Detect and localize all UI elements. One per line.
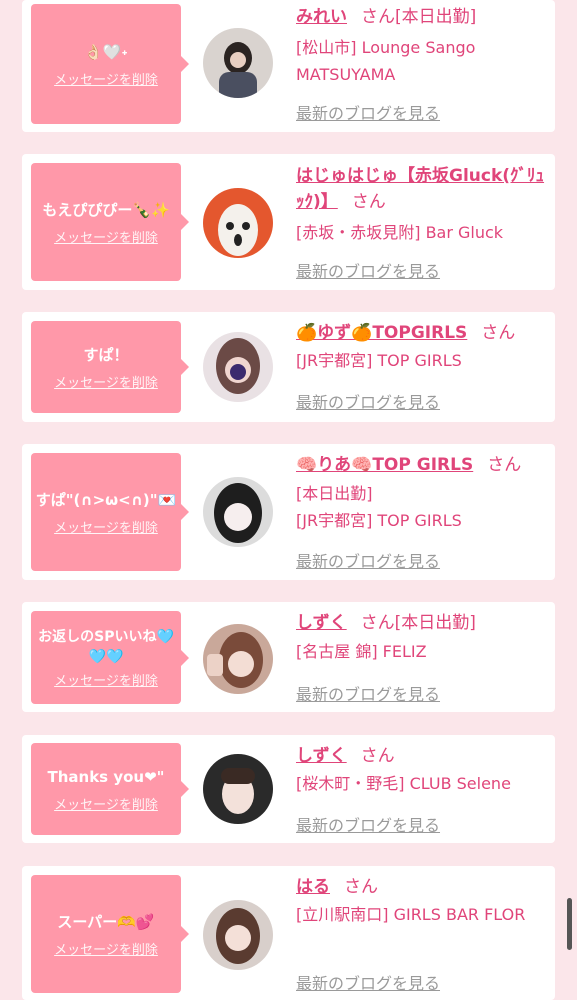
avatar[interactable] bbox=[203, 188, 273, 258]
cast-name-link[interactable]: 🧠りあ🧠TOP GIRLS bbox=[296, 455, 473, 475]
blog-link[interactable]: 最新のブログを見る bbox=[296, 100, 440, 124]
shop-info: [桜木町・野毛] CLUB Selene bbox=[296, 774, 511, 793]
shop-info: [名古屋 錦] FELIZ bbox=[296, 642, 427, 661]
delete-message-link[interactable]: メッセージを削除 bbox=[54, 69, 158, 88]
name-line: はる さん bbox=[296, 874, 551, 900]
shop-info: [立川駅南口] GIRLS BAR FLOR bbox=[296, 905, 526, 924]
message-text: Thanks you❤" bbox=[47, 767, 165, 786]
san-suffix: さん bbox=[481, 323, 516, 343]
message-bubble: すぱ"(∩>ω<∩)"💌 メッセージを削除 bbox=[31, 453, 189, 571]
message-card: すぱ！ メッセージを削除 🍊ゆず🍊TOPGIRLS さん [JR宇都宮] TOP … bbox=[22, 312, 555, 422]
message-bubble: すぱ！ メッセージを削除 bbox=[31, 321, 189, 413]
scrollbar[interactable] bbox=[567, 898, 572, 950]
delete-message-link[interactable]: メッセージを削除 bbox=[54, 939, 158, 958]
message-card: 👌🏻🤍˖ メッセージを削除 みれい さん[本日出勤] [松山市] Lounge S… bbox=[22, 0, 555, 132]
message-bubble: Thanks you❤" メッセージを削除 bbox=[31, 743, 189, 835]
message-bubble: お返しのSPいいね🩵🩵🩵 メッセージを削除 bbox=[31, 611, 189, 704]
message-card: スーパー🫶💕 メッセージを削除 はる さん [立川駅南口] GIRLS BAR F… bbox=[22, 866, 555, 1000]
cast-name-link[interactable]: しずく bbox=[296, 746, 347, 766]
shop-info: [JR宇都宮] TOP GIRLS bbox=[296, 511, 462, 530]
name-line: しずく さん bbox=[296, 743, 551, 769]
status-label: [本日出勤] bbox=[394, 613, 476, 633]
message-bubble: スーパー🫶💕 メッセージを削除 bbox=[31, 875, 189, 993]
name-line: みれい さん[本日出勤] bbox=[296, 4, 551, 30]
delete-message-link[interactable]: メッセージを削除 bbox=[54, 794, 158, 813]
blog-link[interactable]: 最新のブログを見る bbox=[296, 389, 440, 413]
message-bubble: 👌🏻🤍˖ メッセージを削除 bbox=[31, 4, 189, 124]
avatar[interactable] bbox=[203, 477, 273, 547]
name-line: 🧠りあ🧠TOP GIRLS さん bbox=[296, 452, 551, 478]
san-suffix: さん bbox=[487, 455, 522, 475]
message-text: すぱ"(∩>ω<∩)"💌 bbox=[35, 490, 177, 509]
cast-name-link[interactable]: 🍊ゆず🍊TOPGIRLS bbox=[296, 323, 467, 343]
name-line: はじゅはじゅ【赤坂Gluck(ｸﾞﾘｭｯｸ)】 さん bbox=[296, 163, 551, 215]
san-suffix: さん bbox=[361, 7, 395, 27]
status-label: [本日出勤] bbox=[395, 7, 477, 27]
shop-info: [松山市] Lounge Sango MATSUYAMA bbox=[296, 38, 476, 84]
blog-link[interactable]: 最新のブログを見る bbox=[296, 548, 440, 572]
delete-message-link[interactable]: メッセージを削除 bbox=[54, 517, 158, 536]
message-card: すぱ"(∩>ω<∩)"💌 メッセージを削除 🧠りあ🧠TOP GIRLS さん [本… bbox=[22, 444, 555, 580]
san-suffix: さん bbox=[360, 613, 395, 633]
avatar[interactable] bbox=[203, 28, 273, 98]
avatar[interactable] bbox=[203, 332, 273, 402]
shop-info: [赤坂・赤坂見附] Bar Gluck bbox=[296, 223, 504, 242]
avatar[interactable] bbox=[203, 900, 273, 970]
cast-name-link[interactable]: はじゅはじゅ【赤坂Gluck(ｸﾞﾘｭｯｸ)】 bbox=[296, 166, 544, 212]
name-line: 🍊ゆず🍊TOPGIRLS さん bbox=[296, 320, 551, 346]
message-text: スーパー🫶💕 bbox=[57, 912, 155, 931]
cast-name-link[interactable]: はる bbox=[296, 877, 330, 897]
blog-link[interactable]: 最新のブログを見る bbox=[296, 258, 440, 282]
message-card: もえぴぴぴー🍾✨ メッセージを削除 はじゅはじゅ【赤坂Gluck(ｸﾞﾘｭｯｸ)… bbox=[22, 154, 555, 290]
cast-name-link[interactable]: しずく bbox=[296, 613, 347, 633]
message-text: お返しのSPいいね🩵🩵🩵 bbox=[38, 628, 174, 665]
message-card: お返しのSPいいね🩵🩵🩵 メッセージを削除 しずく さん[本日出勤] [名古屋 錦… bbox=[22, 602, 555, 712]
san-suffix: さん bbox=[360, 746, 395, 766]
message-bubble: もえぴぴぴー🍾✨ メッセージを削除 bbox=[31, 163, 189, 281]
blog-link[interactable]: 最新のブログを見る bbox=[296, 681, 440, 705]
san-suffix: さん bbox=[351, 192, 386, 212]
message-text: 👌🏻🤍˖ bbox=[84, 42, 128, 61]
cast-name-link[interactable]: みれい bbox=[296, 7, 347, 27]
avatar[interactable] bbox=[203, 624, 273, 694]
status-label: [本日出勤] bbox=[296, 484, 373, 503]
avatar[interactable] bbox=[203, 754, 273, 824]
message-text: すぱ！ bbox=[83, 345, 129, 364]
name-line: しずく さん[本日出勤] bbox=[296, 610, 551, 636]
blog-link[interactable]: 最新のブログを見る bbox=[296, 812, 440, 836]
shop-info: [JR宇都宮] TOP GIRLS bbox=[296, 351, 462, 370]
delete-message-link[interactable]: メッセージを削除 bbox=[54, 670, 158, 689]
blog-link[interactable]: 最新のブログを見る bbox=[296, 970, 440, 994]
message-text: もえぴぴぴー🍾✨ bbox=[42, 200, 170, 219]
message-card: Thanks you❤" メッセージを削除 しずく さん [桜木町・野毛] CLU… bbox=[22, 735, 555, 843]
san-suffix: さん bbox=[344, 877, 378, 897]
delete-message-link[interactable]: メッセージを削除 bbox=[54, 227, 158, 246]
delete-message-link[interactable]: メッセージを削除 bbox=[54, 372, 158, 391]
